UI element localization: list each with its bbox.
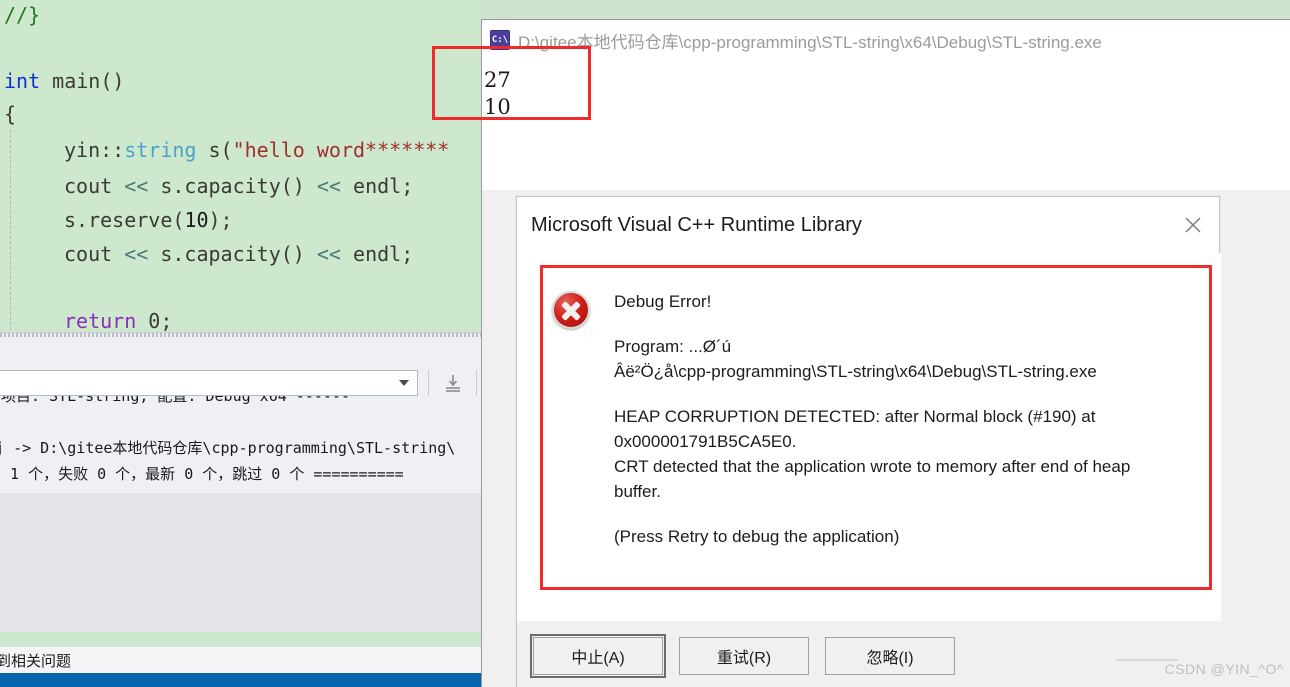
dialog-button-label: 忽略(I)	[866, 650, 914, 667]
code-token: s.capacity()	[148, 242, 317, 266]
command-prompt-icon-label: C:\	[491, 35, 509, 45]
code-token: s(	[196, 138, 233, 162]
code-token: cout	[64, 242, 125, 266]
close-icon[interactable]	[1179, 211, 1207, 239]
toolbar-divider-2	[476, 370, 477, 396]
code-line: yin::string s("hello word*******	[64, 139, 449, 161]
dialog-detail-line1: HEAP CORRUPTION DETECTED: after Normal b…	[614, 407, 1096, 426]
code-token: <<	[316, 174, 341, 198]
build-log-line: oj -> D:\gitee本地代码仓库\cpp-programming\STL…	[0, 439, 456, 457]
editor-top-strip	[481, 0, 1290, 19]
code-token: string	[124, 138, 197, 162]
code-token: return	[64, 309, 137, 332]
code-token: <<	[316, 242, 341, 266]
clear-output-icon[interactable]	[440, 372, 466, 394]
vs-bottom-blue-bar	[0, 673, 481, 687]
dialog-title: Microsoft Visual C++ Runtime Library	[531, 213, 862, 236]
dialog-program-line2: Âë²Ö¿å\cpp-programming\STL-string\x64\De…	[614, 362, 1097, 381]
dialog-hint: (Press Retry to debug the application)	[614, 527, 900, 546]
watermark: CSDN @YIN_^O^	[1164, 661, 1284, 677]
dialog-button-3[interactable]: 忽略(I)	[825, 637, 955, 675]
console-output-text: 27 10	[482, 60, 1290, 190]
code-line: {	[4, 103, 16, 125]
dialog-message: Debug Error! Program: ...Ø´ú Âë²Ö¿å\cpp-…	[614, 289, 1194, 549]
dialog-button-1[interactable]: 中止(A)	[530, 634, 666, 678]
code-line: int main()	[4, 70, 124, 92]
status-bar-text: 到相关问题	[0, 652, 72, 670]
code-token: <<	[124, 174, 149, 198]
output-empty-area	[0, 493, 481, 633]
console-title-text: D:\gitee本地代码仓库\cpp-programming\STL-strin…	[518, 32, 1102, 52]
code-token: int	[4, 69, 41, 93]
toolbar-divider-1	[428, 370, 429, 396]
code-line: cout << s.capacity() << endl;	[64, 243, 413, 265]
code-token: );	[208, 208, 233, 232]
screenshot-root: //}int main(){yin::string s("hello word*…	[0, 0, 1290, 687]
code-token: "hello word*******	[232, 138, 450, 162]
dialog-heading: Debug Error!	[614, 292, 712, 311]
editor-green-band	[0, 632, 481, 646]
error-circle-x-icon	[550, 289, 592, 331]
chevron-down-icon[interactable]	[399, 380, 409, 386]
pane-splitter[interactable]	[0, 333, 481, 337]
code-token: <<	[124, 242, 149, 266]
code-token: s.reserve(	[64, 208, 185, 232]
dialog-detail-line2: 0x000001791B5CA5E0.	[614, 432, 797, 451]
code-token: 10	[184, 208, 209, 232]
code-token: 0;	[136, 309, 173, 332]
code-line: s.reserve(10);	[64, 209, 233, 231]
dialog-button-2[interactable]: 重试(R)	[679, 637, 809, 675]
dialog-title-bar[interactable]: Microsoft Visual C++ Runtime Library	[517, 197, 1221, 253]
code-line: return 0;	[64, 310, 172, 332]
dialog-body: Debug Error! Program: ...Ø´ú Âë²Ö¿å\cpp-…	[517, 253, 1221, 620]
console-title-bar[interactable]: C:\ D:\gitee本地代码仓库\cpp-programming\STL-s…	[482, 20, 1290, 60]
code-token: {	[4, 102, 17, 126]
code-token: endl;	[340, 174, 414, 198]
dialog-button-label: 中止(A)	[571, 650, 625, 667]
build-log-line: 功 1 个，失败 0 个，最新 0 个，跳过 0 个 ==========	[0, 465, 404, 483]
dialog-button-bar: 中止(A) 重试(R) 忽略(I)	[517, 620, 1221, 687]
code-token: endl;	[340, 242, 414, 266]
status-bar: 到相关问题	[0, 646, 481, 673]
command-prompt-icon: C:\	[490, 30, 510, 50]
dialog-detail-line3: CRT detected that the application wrote …	[614, 457, 1131, 476]
code-editor[interactable]: //}int main(){yin::string s("hello word*…	[0, 0, 481, 332]
dialog-button-label: 重试(R)	[716, 650, 772, 667]
indent-guide	[10, 130, 11, 330]
code-token: cout	[64, 174, 125, 198]
output-source-combo[interactable]: 成	[0, 370, 418, 396]
code-token: main()	[40, 69, 125, 93]
code-token: //}	[4, 3, 41, 27]
dialog-detail-line4: buffer.	[614, 482, 661, 501]
code-token: yin::	[64, 138, 125, 162]
dialog-program-line1: Program: ...Ø´ú	[614, 337, 732, 356]
runtime-library-dialog[interactable]: Microsoft Visual C++ Runtime Library Deb…	[516, 196, 1221, 687]
code-line: cout << s.capacity() << endl;	[64, 175, 413, 197]
code-token: s.capacity()	[148, 174, 317, 198]
code-line: //}	[4, 4, 40, 26]
